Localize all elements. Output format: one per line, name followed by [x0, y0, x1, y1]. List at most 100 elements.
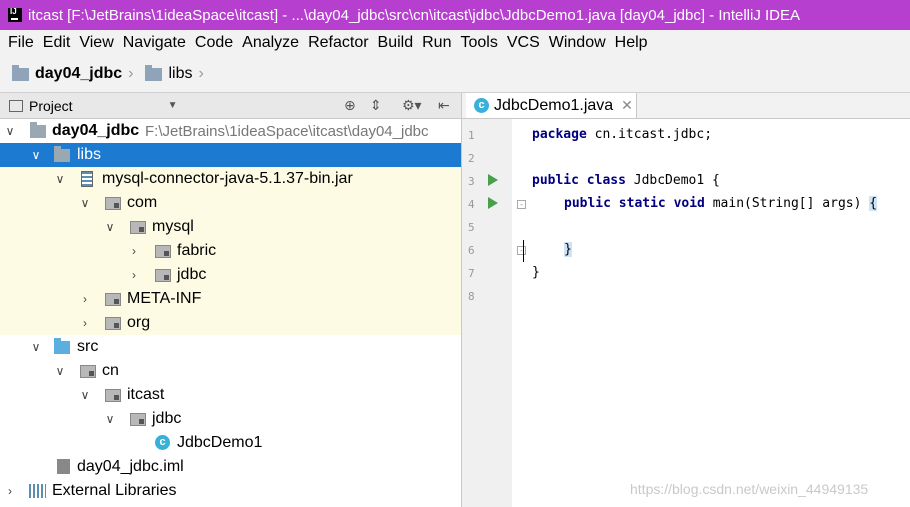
line-number: 4 [468, 198, 475, 211]
tree-item-src[interactable]: ∨ src [0, 335, 461, 359]
menu-view[interactable]: View [79, 34, 113, 52]
menu-run[interactable]: Run [422, 34, 451, 52]
tree-fabric-label: fabric [177, 242, 217, 259]
code-text: JdbcDemo1 { [625, 173, 720, 188]
tree-iml-label: day04_jdbc.iml [77, 458, 184, 475]
chevron-right-icon[interactable]: › [79, 292, 91, 306]
run-icon[interactable] [488, 174, 498, 186]
tree-item-itcast[interactable]: ∨ itcast [0, 383, 461, 407]
line-number: 1 [468, 129, 475, 142]
package-icon [105, 293, 121, 306]
breadcrumb-item-project[interactable]: day04_jdbc › [12, 64, 134, 83]
package-icon [105, 317, 121, 330]
gear-icon[interactable]: ⚙▾ [402, 97, 422, 114]
breadcrumb-project-label: day04_jdbc [35, 65, 123, 82]
tree-item-com[interactable]: ∨ com [0, 191, 461, 215]
library-icon [29, 484, 46, 498]
locate-icon[interactable]: ⊕ [344, 97, 356, 114]
tree-item-fabric[interactable]: › fabric [0, 239, 461, 263]
code-line-1[interactable]: package cn.itcast.jdbc; [532, 127, 712, 142]
tree-item-cn[interactable]: ∨ cn [0, 359, 461, 383]
menu-help[interactable]: Help [615, 34, 648, 52]
tree-item-jar[interactable]: ∨ mysql-connector-java-5.1.37-bin.jar [0, 167, 461, 191]
title-bar: itcast [F:\JetBrains\1ideaSpace\itcast] … [0, 0, 910, 30]
fold-icon[interactable]: - [517, 200, 526, 209]
tree-class-label: JdbcDemo1 [177, 434, 263, 451]
code-text: main(String[] args) [704, 196, 870, 211]
chevron-right-icon[interactable]: › [128, 244, 140, 258]
line-number: 3 [468, 175, 475, 188]
chevron-down-icon[interactable]: ∨ [30, 340, 42, 354]
package-icon [105, 197, 121, 210]
chevron-down-icon[interactable]: ∨ [4, 124, 16, 138]
menu-file[interactable]: File [8, 34, 34, 52]
tree-item-jdbcdemo1[interactable]: c JdbcDemo1 [0, 431, 461, 455]
editor-tab-jdbcdemo1[interactable]: c JdbcDemo1.java ✕ [466, 93, 637, 118]
keyword: public class [532, 173, 626, 188]
close-icon[interactable]: ✕ [621, 97, 633, 114]
line-number: 2 [468, 152, 475, 165]
code-line-7[interactable]: } [532, 265, 540, 280]
breadcrumb-item-libs[interactable]: libs › [145, 64, 204, 83]
chevron-down-icon[interactable]: ∨ [30, 148, 42, 162]
run-icon[interactable] [488, 197, 498, 209]
chevron-right-icon: › [128, 65, 134, 82]
tree-libs-label: libs [77, 146, 102, 163]
tree-item-mysql[interactable]: ∨ mysql [0, 215, 461, 239]
menu-navigate[interactable]: Navigate [123, 34, 186, 52]
code-text: cn.itcast.jdbc; [586, 127, 713, 142]
chevron-down-icon[interactable]: ▼ [168, 100, 178, 111]
folder-icon [145, 64, 163, 81]
tree-com-label: com [127, 194, 158, 211]
line-number: 8 [468, 290, 475, 303]
package-icon [155, 269, 171, 282]
project-panel-title[interactable]: Project [29, 98, 73, 114]
code-line-3[interactable]: public class JdbcDemo1 { [532, 173, 720, 188]
menu-code[interactable]: Code [195, 34, 233, 52]
menu-analyze[interactable]: Analyze [242, 34, 299, 52]
menu-edit[interactable]: Edit [43, 34, 71, 52]
chevron-down-icon[interactable]: ∨ [54, 364, 66, 378]
module-folder-icon [30, 122, 46, 138]
menu-tools[interactable]: Tools [460, 34, 497, 52]
menu-window[interactable]: Window [549, 34, 606, 52]
code-line-4[interactable]: public static void main(String[] args) { [564, 196, 878, 211]
tree-root-label: day04_jdbc [52, 122, 140, 139]
menu-refactor[interactable]: Refactor [308, 34, 368, 52]
chevron-right-icon[interactable]: › [79, 316, 91, 330]
chevron-down-icon[interactable]: ∨ [104, 412, 116, 426]
project-tree: ∨ day04_jdbc F:\JetBrains\1ideaSpace\itc… [0, 119, 461, 507]
tree-item-iml[interactable]: day04_jdbc.iml [0, 455, 461, 479]
keyword: package [532, 127, 587, 142]
tree-item-external-libraries[interactable]: › External Libraries [0, 479, 461, 503]
tree-item-jdbc-pkg[interactable]: › jdbc [0, 263, 461, 287]
menu-vcs[interactable]: VCS [507, 34, 540, 52]
fold-icon[interactable]: - [517, 246, 526, 255]
chevron-down-icon[interactable]: ∨ [54, 172, 66, 186]
chevron-right-icon[interactable]: › [128, 268, 140, 282]
code-line-6[interactable]: } [564, 242, 572, 257]
collapse-all-icon[interactable]: ⇕ [370, 97, 382, 114]
chevron-right-icon: › [198, 65, 204, 82]
hide-panel-icon[interactable]: ⇤ [438, 97, 450, 114]
editor-tab-label: JdbcDemo1.java [494, 96, 614, 114]
tree-mysql-label: mysql [152, 218, 194, 235]
java-class-icon: c [474, 98, 489, 113]
tree-item-jdbc[interactable]: ∨ jdbc [0, 407, 461, 431]
chevron-right-icon[interactable]: › [4, 484, 16, 498]
tree-item-libs[interactable]: ∨ libs [0, 143, 461, 167]
watermark: https://blog.csdn.net/weixin_44949135 [630, 481, 869, 497]
tree-item-metainf[interactable]: › META-INF [0, 287, 461, 311]
chevron-down-icon[interactable]: ∨ [79, 388, 91, 402]
tree-item-org[interactable]: › org [0, 311, 461, 335]
tree-item-root[interactable]: ∨ day04_jdbc F:\JetBrains\1ideaSpace\itc… [0, 119, 461, 143]
tree-root-path: F:\JetBrains\1ideaSpace\itcast\day04_jdb… [145, 122, 429, 140]
chevron-down-icon[interactable]: ∨ [104, 220, 116, 234]
package-icon [105, 389, 121, 402]
menu-build[interactable]: Build [378, 34, 414, 52]
tree-org-label: org [127, 314, 151, 331]
tree-src-label: src [77, 338, 99, 355]
chevron-down-icon[interactable]: ∨ [79, 196, 91, 210]
breadcrumb-libs-label: libs [168, 65, 193, 82]
text-caret [523, 240, 524, 262]
